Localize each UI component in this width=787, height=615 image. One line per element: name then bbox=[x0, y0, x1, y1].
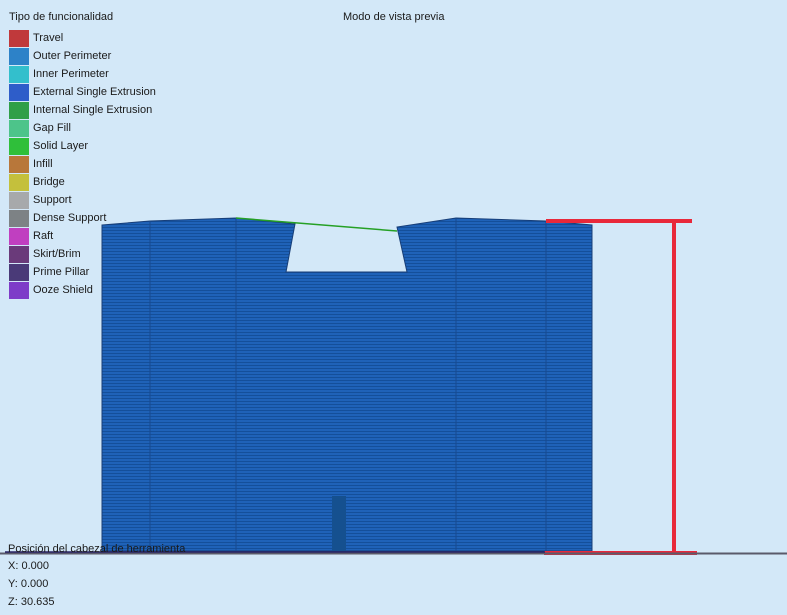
legend-swatch bbox=[9, 137, 29, 155]
legend-label: Ooze Shield bbox=[33, 284, 93, 296]
legend-swatch bbox=[9, 47, 29, 65]
legend-item: Inner Perimeter bbox=[9, 65, 156, 83]
legend-label: Infill bbox=[33, 158, 53, 170]
feature-type-legend: Travel Outer Perimeter Inner Perimeter Exte… bbox=[9, 29, 156, 299]
legend-item: Solid Layer bbox=[9, 137, 156, 155]
legend-swatch bbox=[9, 29, 29, 47]
printed-model bbox=[101, 217, 593, 552]
legend-item: Travel bbox=[9, 29, 156, 47]
legend-item: Outer Perimeter bbox=[9, 47, 156, 65]
legend-item: Raft bbox=[9, 227, 156, 245]
legend-swatch bbox=[9, 209, 29, 227]
legend-swatch bbox=[9, 281, 29, 299]
legend-swatch bbox=[9, 173, 29, 191]
model-slot bbox=[332, 496, 346, 551]
legend-label: Support bbox=[33, 194, 72, 206]
legend-swatch bbox=[9, 245, 29, 263]
legend-swatch bbox=[9, 155, 29, 173]
toolhead-x: X: 0.000 bbox=[8, 560, 49, 572]
legend-item: External Single Extrusion bbox=[9, 83, 156, 101]
legend-item: Dense Support bbox=[9, 209, 156, 227]
legend-item: Ooze Shield bbox=[9, 281, 156, 299]
model-body bbox=[101, 217, 593, 552]
legend-label: Dense Support bbox=[33, 212, 107, 224]
legend-label: Solid Layer bbox=[33, 140, 89, 152]
legend-item: Internal Single Extrusion bbox=[9, 101, 156, 119]
legend-swatch bbox=[9, 227, 29, 245]
legend-label: Gap Fill bbox=[33, 122, 71, 134]
legend-swatch bbox=[9, 83, 29, 101]
legend-label: Internal Single Extrusion bbox=[33, 104, 153, 116]
legend-item: Infill bbox=[9, 155, 156, 173]
legend-item: Gap Fill bbox=[9, 119, 156, 137]
legend-label: Bridge bbox=[33, 176, 65, 188]
legend-item: Bridge bbox=[9, 173, 156, 191]
legend-swatch bbox=[9, 119, 29, 137]
legend-item: Skirt/Brim bbox=[9, 245, 156, 263]
legend-label: Outer Perimeter bbox=[33, 50, 112, 62]
toolhead-z: Z: 30.635 bbox=[8, 596, 55, 608]
legend-label: Inner Perimeter bbox=[33, 68, 109, 80]
legend-item: Prime Pillar bbox=[9, 263, 156, 281]
toolhead-position-label: Posición del cabezal de herramienta bbox=[8, 543, 186, 555]
legend-swatch bbox=[9, 101, 29, 119]
legend-label: Raft bbox=[33, 230, 54, 242]
legend-label: Skirt/Brim bbox=[33, 248, 81, 260]
legend-swatch bbox=[9, 65, 29, 83]
legend-label: Prime Pillar bbox=[33, 266, 90, 278]
legend-item: Support bbox=[9, 191, 156, 209]
toolhead-y: Y: 0.000 bbox=[8, 578, 49, 590]
legend-label: Travel bbox=[33, 32, 64, 44]
legend-label: External Single Extrusion bbox=[33, 86, 156, 98]
legend-swatch bbox=[9, 191, 29, 209]
legend-swatch bbox=[9, 263, 29, 281]
